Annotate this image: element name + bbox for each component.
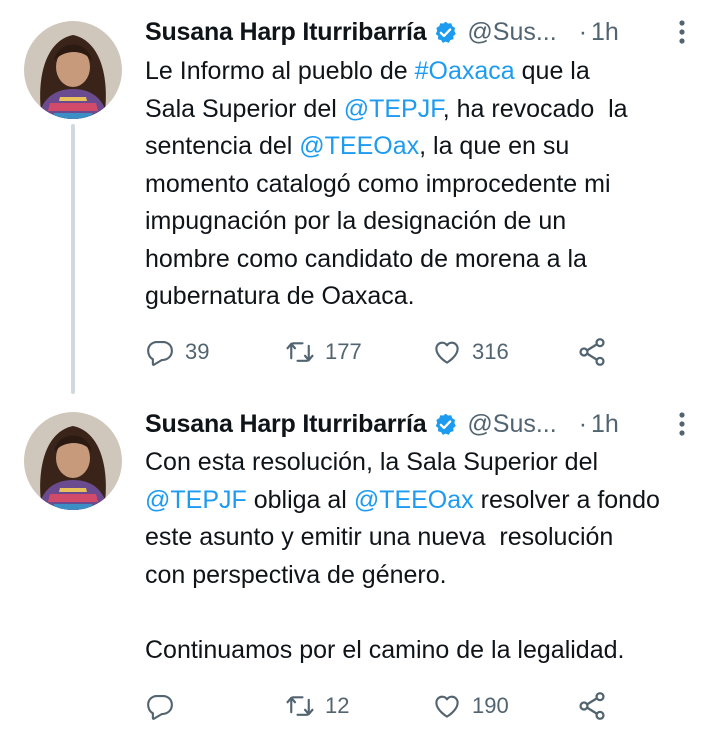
text-segment: este asunto y emitir una nueva resolució… [145,523,614,551]
reply-icon [145,337,175,367]
share-button[interactable] [576,688,608,724]
text-segment: hombre como candidato de morena a la [145,244,587,273]
text-line: este asunto y emitir una nueva resolució… [145,519,710,557]
more-vertical-icon[interactable] [674,409,690,439]
tweet-header: Susana Harp Iturribarría @Sus... · 1h [145,404,720,444]
retweet-count: 12 [325,693,350,718]
thread-line [71,124,75,394]
separator-dot: · [578,17,588,46]
author-handle[interactable]: @Sus... [467,18,556,47]
text-segment: gubernatura de Oaxaca. [145,282,415,310]
text-line: Con esta resolución, la Sala Superior de… [145,444,710,482]
like-button[interactable]: 190 [432,688,509,724]
like-count: 316 [472,339,509,364]
mention-link[interactable]: @TEEOax [354,486,474,514]
tweet[interactable]: Susana Harp Iturribarría @Sus... · 1h Le… [0,0,720,394]
text-line: con perspectiva de género. [145,557,710,595]
retweet-button[interactable]: 177 [285,334,362,370]
tweet-text: Con esta resolución, la Sala Superior de… [145,444,710,669]
retweet-icon [285,691,315,721]
text-line: gubernatura de Oaxaca. [145,278,710,316]
author-name[interactable]: Susana Harp Iturribarría [145,410,427,439]
text-line: Sala Superior del @TEPJF, ha revocado la [145,91,710,129]
text-line: hombre como candidato de morena a la [145,241,710,279]
mention-link[interactable]: @TEEOax [299,132,419,160]
text-line: @TEPJF obliga al @TEEOax resolver a fond… [145,482,710,520]
text-segment: Sala Superior del [145,94,344,123]
reply-button[interactable] [145,688,175,724]
share-icon [576,690,608,722]
like-count: 190 [472,693,509,718]
tweet-actions: 39 177 316 [145,334,615,370]
text-line: impugnación por la designación de un [145,203,710,241]
like-button[interactable]: 316 [432,334,509,370]
avatar[interactable] [24,412,122,510]
text-segment: resolver a fondo [473,485,660,514]
text-line: Le Informo al pueblo de #Oaxaca que la [145,53,710,91]
text-segment: momento catalogó como improcedente mi [145,169,611,198]
share-button[interactable] [576,334,608,370]
hashtag-link[interactable]: #Oaxaca [415,57,515,85]
reply-icon [145,691,175,721]
tweet-header: Susana Harp Iturribarría @Sus... · 1h [145,12,720,52]
retweet-button[interactable]: 12 [285,688,349,724]
text-line: Continuamos por el camino de la legalida… [145,632,710,670]
mention-link[interactable]: @TEPJF [145,486,247,514]
retweet-count: 177 [325,339,362,364]
text-segment: obliga al [246,485,354,514]
tweet[interactable]: Susana Harp Iturribarría @Sus... · 1h Co… [0,394,720,732]
author-handle[interactable]: @Sus... [467,410,556,439]
tweet-text: Le Informo al pueblo de #Oaxaca que la Sa… [145,53,710,316]
text-segment: Con esta resolución, la Sala Superior de… [145,448,599,476]
heart-icon [432,691,462,721]
text-segment: que la [514,57,590,85]
verified-badge-icon [433,412,458,437]
reply-count: 39 [185,339,210,364]
share-icon [576,336,608,368]
reply-button[interactable]: 39 [145,334,209,370]
heart-icon [432,337,462,367]
more-vertical-icon[interactable] [674,17,690,47]
text-line: sentencia del @TEEOax, la que en su [145,128,710,166]
tweet-actions: 12 190 [145,688,615,724]
text-segment: Continuamos por el camino de la legalida… [145,635,625,664]
retweet-icon [285,337,315,367]
verified-badge-icon [433,20,458,45]
mention-link[interactable]: @TEPJF [344,95,443,123]
text-segment: con perspectiva de género. [145,560,447,589]
avatar[interactable] [24,21,122,119]
text-segment: , ha revocado la [442,94,628,123]
separator-dot: · [578,409,588,438]
text-segment: Le Informo al pueblo de [145,57,415,85]
text-segment: sentencia del [145,132,300,160]
tweet-timestamp[interactable]: 1h [591,18,619,47]
author-name[interactable]: Susana Harp Iturribarría [145,18,427,47]
text-segment: impugnación por la designación de un [145,207,567,235]
tweet-timestamp[interactable]: 1h [591,410,619,439]
text-segment: , la que en su [419,132,570,160]
text-line: momento catalogó como improcedente mi [145,166,710,204]
